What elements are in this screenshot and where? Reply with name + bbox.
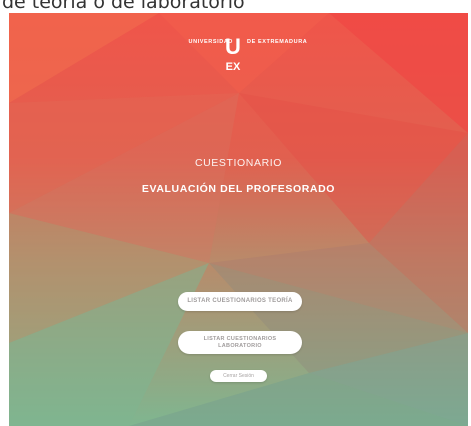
logo-mark-bottom: EX <box>225 61 241 73</box>
list-teoria-button[interactable]: LISTAR CUESTIONARIOS TEORÍA <box>178 292 302 311</box>
page-title: EVALUACIÓN DEL PROFESORADO <box>141 183 336 195</box>
app-screen: UNIVERSIDAD U EX DE EXTREMADURA CUESTION… <box>9 13 468 426</box>
logout-button[interactable]: Cerrar Sesión <box>210 370 267 382</box>
list-laboratorio-button[interactable]: LISTAR CUESTIONARIOS LABORATORIO <box>178 331 302 354</box>
logo-emblem-icon: U EX <box>221 35 245 83</box>
page-subtitle: CUESTIONARIO <box>194 157 283 169</box>
logo-mark-top: U <box>225 34 241 59</box>
caption-text: de teoría o de laboratorio <box>2 0 245 13</box>
list-laboratorio-label: LISTAR CUESTIONARIOS LABORATORIO <box>203 335 277 349</box>
logo-right-text: DE EXTREMADURA <box>247 39 308 45</box>
university-logo: UNIVERSIDAD U EX DE EXTREMADURA <box>9 35 468 85</box>
